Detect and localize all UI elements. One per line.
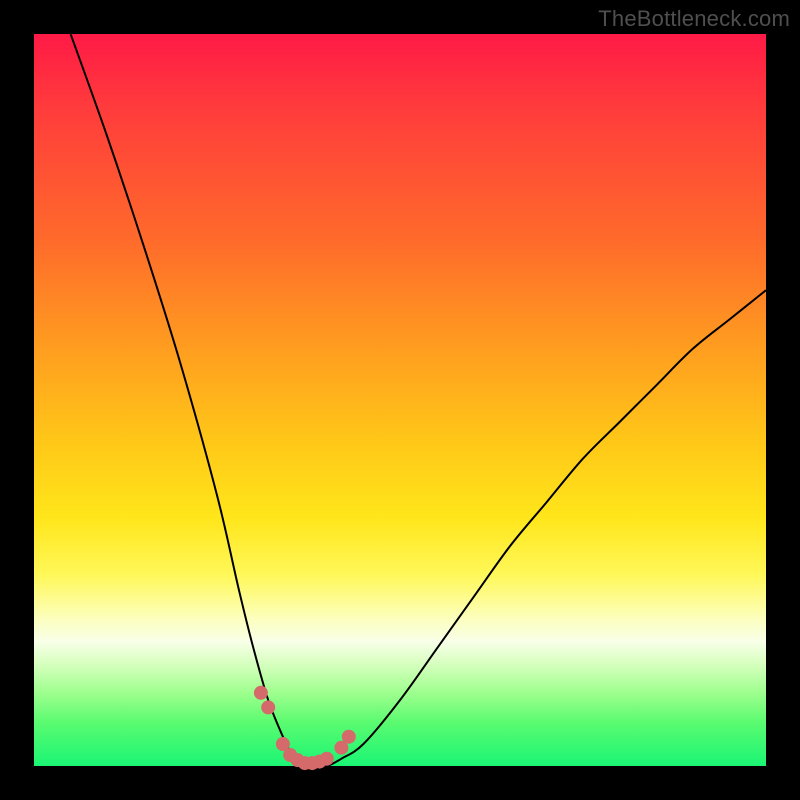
highlight-dot: [320, 752, 334, 766]
highlight-dot: [261, 700, 275, 714]
highlight-dot: [254, 686, 268, 700]
bottleneck-curve-path: [71, 34, 766, 767]
plot-area: [34, 34, 766, 766]
chart-frame: TheBottleneck.com: [0, 0, 800, 800]
highlight-dot: [342, 730, 356, 744]
bottleneck-curve-svg: [34, 34, 766, 766]
highlight-dots-group: [254, 686, 356, 770]
watermark-text: TheBottleneck.com: [598, 6, 790, 32]
